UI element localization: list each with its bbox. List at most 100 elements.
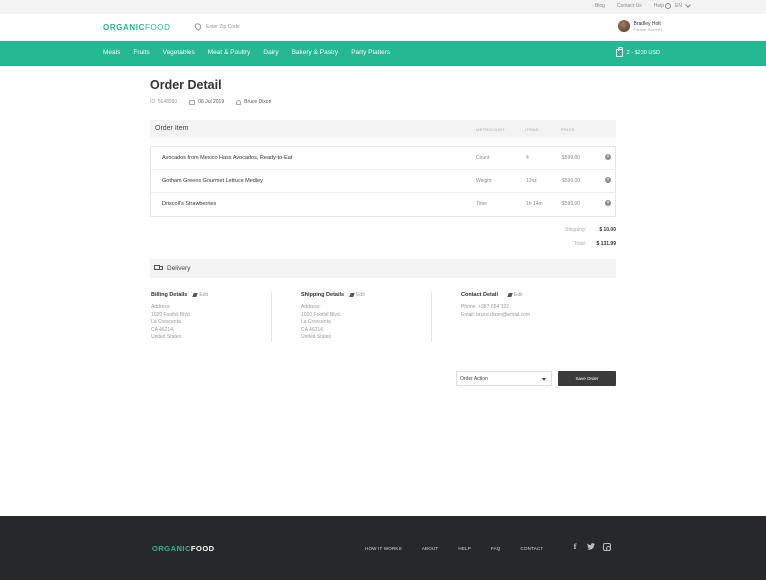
language-selector[interactable]: EN xyxy=(665,2,691,9)
shipping-line: 1020 Foothil Blvd. xyxy=(301,311,342,318)
remove-item-icon[interactable]: × xyxy=(605,154,611,160)
item-name: Gotham Greens Gourmet Lettuce Medley xyxy=(162,178,263,184)
billing-details: Billing Details Edit Address: 1020 Footh… xyxy=(151,292,208,342)
logo-text-organic: ORGANIC xyxy=(103,23,145,32)
caret-down-icon xyxy=(542,378,546,381)
column-divider xyxy=(431,292,432,342)
order-items-title: Order Item xyxy=(155,125,189,132)
item-name: Avocados from Mexico Hass Avocados, Read… xyxy=(162,155,293,161)
edit-label: Edit xyxy=(513,292,523,298)
order-id: ID: 5648990 xyxy=(150,99,178,105)
edit-label: Edit xyxy=(356,292,365,298)
item-quantity: 4 xyxy=(526,155,529,161)
truck-icon xyxy=(154,265,164,271)
item-price: $599.00 xyxy=(562,201,581,207)
delivery-title: Delivery xyxy=(167,265,191,272)
pencil-icon xyxy=(192,293,199,297)
item-price: $599.00 xyxy=(562,178,581,184)
shipping-edit-button[interactable]: Edit xyxy=(349,292,365,298)
nav-item-meat-poultry[interactable]: Meat & Poultry xyxy=(208,49,251,56)
nav-item-fruits[interactable]: Fruits xyxy=(133,49,149,56)
contact-details: Contact Detail Edit Phone: +987 654 322 … xyxy=(461,292,530,319)
item-quantity: 12oz xyxy=(526,178,537,184)
help-link[interactable]: Help xyxy=(654,3,664,9)
billing-line: 1020 Foothil Blvd xyxy=(151,311,190,318)
remove-item-icon[interactable]: × xyxy=(605,200,611,206)
nav-item-party-platters[interactable]: Party Platters xyxy=(351,49,390,56)
footer-links: HOW IT WORKS ABOUT HELP FAQ CONTACT xyxy=(365,546,563,551)
footer-logo[interactable]: ORGANICFOOD xyxy=(152,544,215,553)
table-row: Driscoll's Strawberries Time 1h 14m $599… xyxy=(151,193,615,216)
item-metric: Weight xyxy=(476,178,492,184)
order-items-table: Avocados from Mexico Hass Avocados, Read… xyxy=(150,146,616,217)
avatar xyxy=(617,20,630,32)
twitter-icon[interactable] xyxy=(587,543,595,551)
nav-item-vegetables[interactable]: Vegetables xyxy=(163,49,195,56)
edit-label: Edit xyxy=(199,292,208,298)
order-items-header: Order Item METRIC/UNIT ITEMS PRICE xyxy=(150,120,616,138)
contact-phone: Phone: +987 654 322 xyxy=(461,304,509,310)
cart-button[interactable]: 2 - $230 USD xyxy=(615,47,660,57)
pencil-icon xyxy=(349,293,355,297)
contact-edit-button[interactable]: Edit xyxy=(507,292,523,298)
shipping-line: United States xyxy=(301,334,332,340)
item-metric: Time xyxy=(476,201,487,207)
footer-link-contact[interactable]: CONTACT xyxy=(521,546,544,551)
order-customer: Bruce Dixon xyxy=(236,99,271,105)
billing-edit-button[interactable]: Edit xyxy=(192,292,208,298)
remove-item-icon[interactable]: × xyxy=(605,177,611,183)
column-divider xyxy=(271,292,272,342)
table-row: Avocados from Mexico Hass Avocados, Read… xyxy=(151,147,615,170)
billing-line: United States xyxy=(151,334,182,340)
nav-item-meals[interactable]: Meals xyxy=(103,49,120,56)
globe-icon xyxy=(665,3,672,9)
column-items: ITEMS xyxy=(525,127,539,132)
footer-link-faq[interactable]: FAQ xyxy=(491,546,501,551)
instagram-icon[interactable] xyxy=(603,543,611,551)
nav-item-dairy[interactable]: Dairy xyxy=(263,49,278,56)
chevron-down-icon xyxy=(685,2,691,8)
cart-summary: 2 - $230 USD xyxy=(626,50,660,56)
order-action-select[interactable]: Order Action xyxy=(456,371,552,386)
language-label: EN xyxy=(675,3,682,9)
save-order-button[interactable]: Save Order xyxy=(558,371,616,386)
contact-us-link[interactable]: Contact Us xyxy=(617,3,642,9)
zip-code-input[interactable]: Enter Zip Code xyxy=(193,21,240,32)
item-name: Driscoll's Strawberries xyxy=(162,201,217,207)
blog-link[interactable]: Blog xyxy=(595,3,605,9)
nav-item-bakery-pastry[interactable]: Bakery & Pastry xyxy=(292,49,339,56)
person-icon xyxy=(236,99,242,105)
user-menu[interactable]: Bradley Holt Partner Account xyxy=(617,20,662,32)
billing-title: Billing Details xyxy=(151,292,188,298)
site-footer: ORGANICFOOD HOW IT WORKS ABOUT HELP FAQ … xyxy=(0,516,766,580)
social-links: f xyxy=(571,543,611,551)
order-meta: ID: 5648990 06 Jul 2019 Bruce Dixon xyxy=(150,99,271,105)
logo[interactable]: ORGANICFOOD xyxy=(103,23,171,32)
facebook-icon[interactable]: f xyxy=(571,543,579,551)
billing-line: Address: xyxy=(151,304,171,310)
page-title: Order Detail xyxy=(150,78,222,92)
logo-text-food: FOOD xyxy=(144,23,171,32)
footer-logo-food: FOOD xyxy=(190,544,215,553)
shipping-line: Address: xyxy=(301,304,321,310)
item-price: $599.00 xyxy=(562,155,581,161)
footer-link-about[interactable]: ABOUT xyxy=(422,546,439,551)
shipping-total: Shipping: $ 10.00 xyxy=(565,227,616,233)
category-nav: Meals Fruits Vegetables Meat & Poultry D… xyxy=(0,41,766,66)
footer-link-help[interactable]: HELP xyxy=(458,546,471,551)
shipping-label: Shipping: xyxy=(565,227,586,233)
location-pin-icon xyxy=(193,21,203,32)
table-row: Gotham Greens Gourmet Lettuce Medley Wei… xyxy=(151,170,615,193)
user-role: Partner Account xyxy=(633,26,662,32)
order-action-value: Order Action xyxy=(460,376,488,382)
order-date: 06 Jul 2019 xyxy=(189,99,224,105)
user-name: Bradley Holt xyxy=(633,20,661,27)
utility-links: Blog Contact Us Help xyxy=(595,3,664,9)
footer-logo-organic: ORGANIC xyxy=(152,544,191,553)
order-date-text: 06 Jul 2019 xyxy=(198,99,225,105)
calendar-icon xyxy=(189,99,196,105)
total-label: Total: xyxy=(574,241,586,247)
footer-link-how-it-works[interactable]: HOW IT WORKS xyxy=(365,546,402,551)
pencil-icon xyxy=(507,293,513,297)
shipping-details: Shipping Details Edit Address: 1020 Foot… xyxy=(301,292,365,342)
